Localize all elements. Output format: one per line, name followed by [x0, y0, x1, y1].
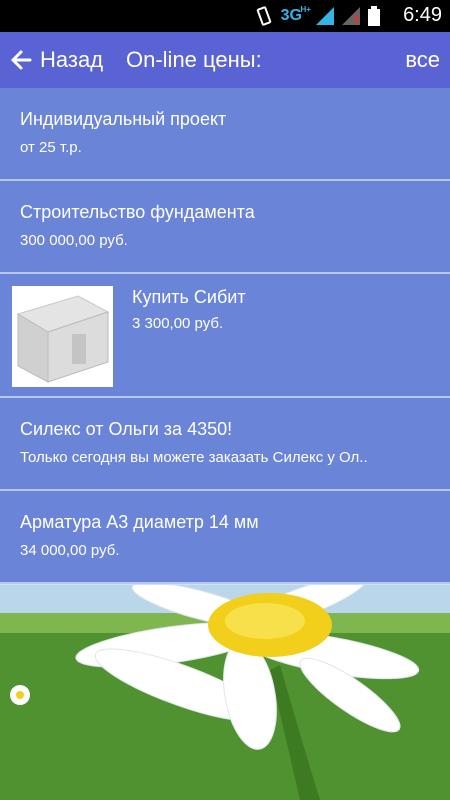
arrow-left-icon [11, 50, 32, 70]
status-bar: 3G H+ 6:49 [0, 0, 450, 32]
item-title: Строительство фундамента [20, 202, 255, 222]
item-subtitle: Только сегодня вы можете заказать Силекс… [20, 449, 368, 466]
action-bar: Назад On-line цены: все [0, 32, 450, 88]
clock: 6:49 [403, 4, 442, 26]
back-button[interactable]: Назад [10, 32, 103, 88]
network-type: 3G H+ [280, 5, 311, 24]
status-icons: 3G H+ [255, 5, 380, 26]
all-button[interactable]: все [405, 32, 440, 88]
item-subtitle: от 25 т.р. [20, 139, 82, 156]
item-title: Силекс от Ольги за 4350! [20, 419, 233, 439]
back-label: Назад [40, 47, 104, 72]
item-title: Арматура А3 диаметр 14 мм [20, 512, 259, 532]
page-title: On-line цены: [126, 47, 262, 72]
offers-list: Индивидуальный проект от 25 т.р. Строите… [0, 88, 450, 584]
item-title: Индивидуальный проект [20, 109, 227, 129]
item-title: Купить Сибит [132, 287, 246, 307]
sibit-block-image [12, 286, 113, 387]
signal-icon [316, 7, 334, 25]
list-item[interactable]: Арматура А3 диаметр 14 мм 34 000,00 руб. [0, 491, 450, 584]
list-item[interactable]: Индивидуальный проект от 25 т.р. [0, 88, 450, 181]
list-item[interactable]: Строительство фундамента 300 000,00 руб. [0, 181, 450, 274]
battery-icon [368, 6, 380, 26]
list-item[interactable]: Купить Сибит 3 300,00 руб. [0, 274, 450, 398]
vibrate-icon [256, 6, 271, 26]
item-subtitle: 34 000,00 руб. [20, 542, 120, 559]
list-item[interactable]: Силекс от Ольги за 4350! Только сегодня … [0, 398, 450, 491]
daisy-image [0, 585, 450, 800]
signal-icon-2 [342, 7, 360, 25]
item-subtitle: 300 000,00 руб. [20, 232, 128, 249]
item-subtitle: 3 300,00 руб. [132, 315, 224, 332]
